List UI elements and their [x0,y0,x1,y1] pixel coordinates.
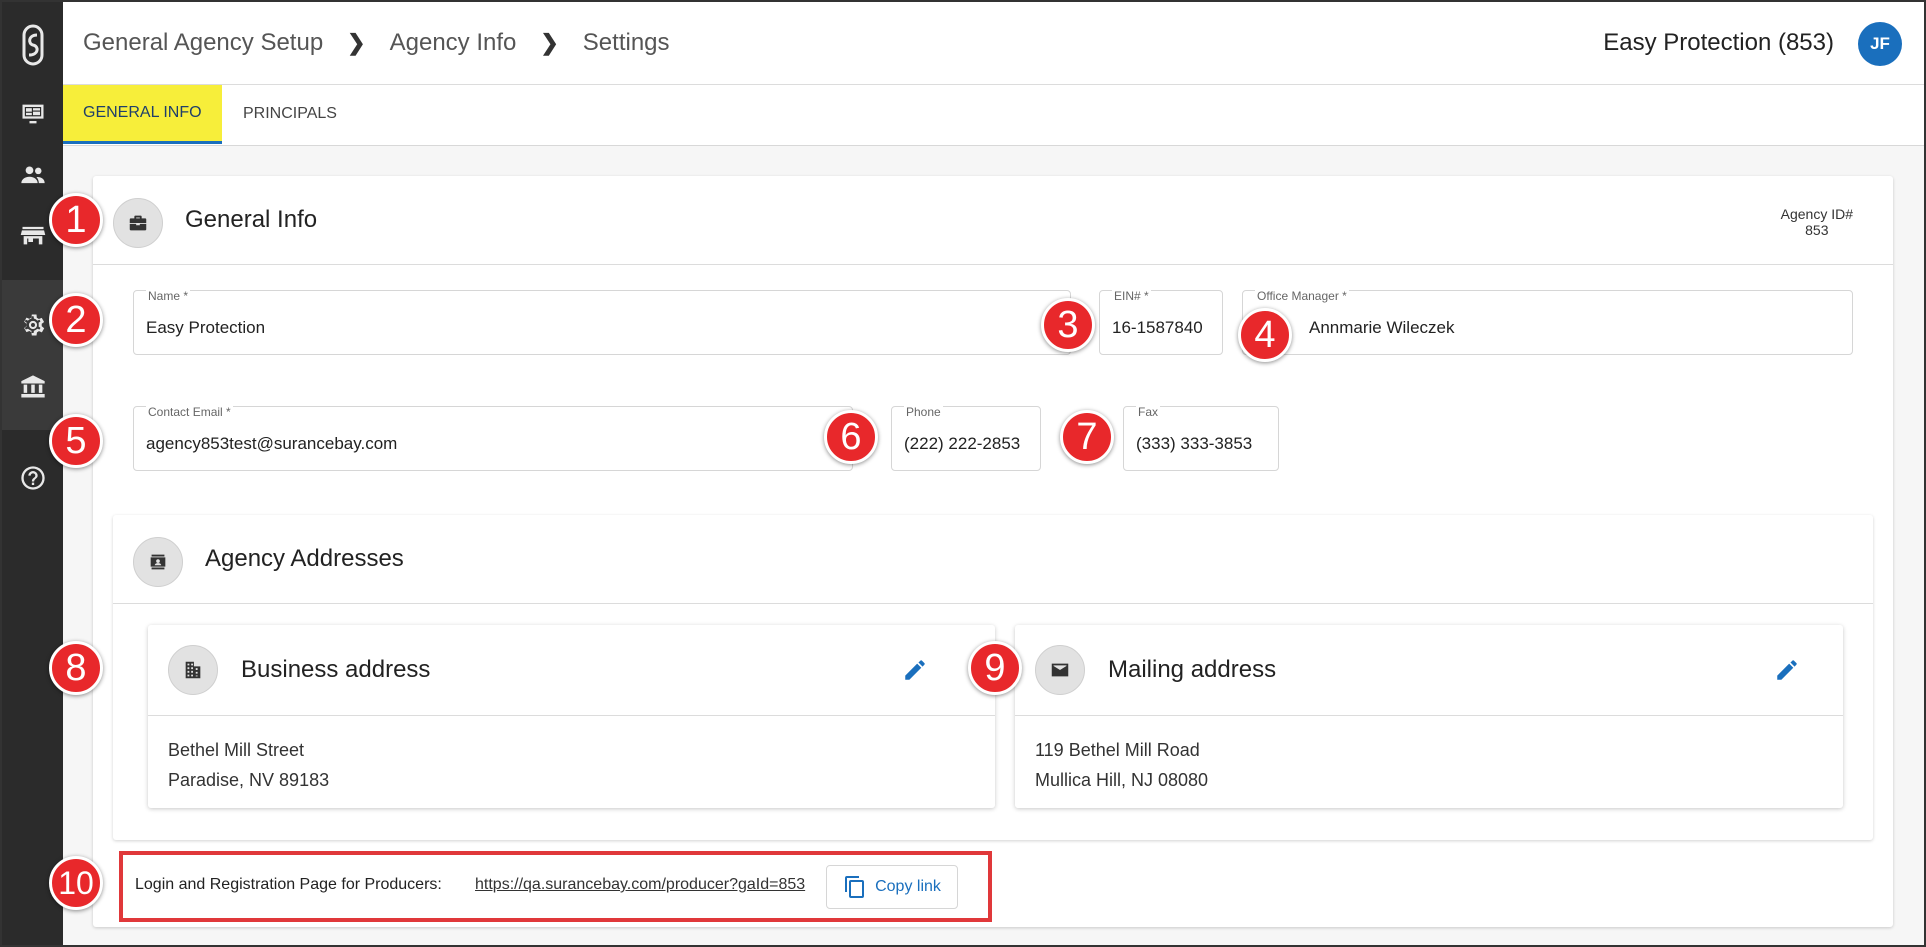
edit-business-address-icon[interactable] [899,654,931,686]
business-address-lines: Bethel Mill Street Paradise, NV 89183 [168,735,329,795]
contact-email-label: Contact Email * [146,405,233,419]
ein-value: 16-1587840 [1112,318,1203,337]
contact-card-icon [133,537,183,587]
name-label: Name * [146,289,191,303]
bank-icon[interactable] [2,367,63,407]
phone-field[interactable]: Phone (222) 222-2853 [891,405,1041,471]
producer-link-label: Login and Registration Page for Producer… [135,876,442,893]
callout-badge: 5 [49,414,103,468]
copy-link-label: Copy link [875,878,941,895]
copy-link-button[interactable]: Copy link [826,865,958,909]
office-manager-field[interactable]: Office Manager * Annmarie Wileczek [1242,289,1853,355]
fax-field[interactable]: Fax (333) 333-3853 [1123,405,1279,471]
help-icon[interactable] [2,458,63,498]
envelope-icon [1035,645,1085,695]
name-field[interactable]: Name * Easy Protection [133,289,1071,355]
top-header: General Agency Setup ❯ Agency Info ❯ Set… [63,2,1924,85]
tab-bar: GENERAL INFO PRINCIPALS [63,85,1924,146]
avatar[interactable]: JF [1858,22,1902,66]
mailing-address-line1: 119 Bethel Mill Road [1035,740,1200,760]
mailing-address-lines: 119 Bethel Mill Road Mullica Hill, NJ 08… [1035,735,1208,795]
producer-link-url[interactable]: https://qa.surancebay.com/producer?gaId=… [475,876,805,894]
divider [1015,715,1843,716]
agency-id-value: 853 [1805,222,1829,238]
callout-badge: 2 [49,293,103,347]
chevron-right-icon: ❯ [347,30,366,55]
ein-field[interactable]: EIN# * 16-1587840 [1099,289,1223,355]
agency-name: Easy Protection (853) [1603,29,1834,56]
contact-email-value: agency853test@surancebay.com [146,434,398,453]
office-manager-label: Office Manager * [1255,289,1349,303]
fax-label: Fax [1136,405,1161,419]
dashboard-monitor-icon[interactable] [2,94,63,134]
business-address-card: Business address Bethel Mill Street Para… [148,625,995,808]
phone-value: (222) 222-2853 [904,434,1021,453]
callout-badge: 1 [49,193,103,247]
tab-principals[interactable]: PRINCIPALS [223,85,357,143]
business-address-line2: Paradise, NV 89183 [168,770,330,790]
callout-badge: 10 [49,856,103,910]
callout-badge: 6 [824,410,878,464]
building-icon [168,645,218,695]
agency-id: Agency ID# 853 [1781,206,1853,238]
edit-mailing-address-icon[interactable] [1771,654,1803,686]
divider [113,603,1873,604]
briefcase-icon [113,198,163,248]
divider [93,264,1893,265]
business-address-title: Business address [241,656,431,683]
chevron-right-icon: ❯ [540,30,559,55]
phone-label: Phone [904,405,943,419]
contact-email-field[interactable]: Contact Email * agency853test@surancebay… [133,405,853,471]
office-manager-value: Annmarie Wileczek [1309,318,1455,337]
callout-badge: 3 [1041,298,1095,352]
general-info-title: General Info [185,206,318,233]
sidebar [2,2,63,945]
callout-badge: 9 [968,641,1022,695]
breadcrumb-agency-info[interactable]: Agency Info [390,29,517,57]
logo-icon[interactable] [2,20,63,70]
ein-label: EIN# * [1112,289,1151,303]
producer-link-highlight: Login and Registration Page for Producer… [119,851,992,922]
breadcrumb-general-agency-setup[interactable]: General Agency Setup [83,29,323,57]
mailing-address-line2: Mullica Hill, NJ 08080 [1035,770,1209,790]
name-value: Easy Protection [146,318,266,337]
agency-id-label: Agency ID# [1780,206,1853,222]
agency-addresses-title: Agency Addresses [205,545,404,572]
callout-badge: 4 [1238,308,1292,362]
copy-icon [845,876,865,898]
callout-badge: 7 [1060,410,1114,464]
tab-general-info[interactable]: GENERAL INFO [63,85,222,144]
mailing-address-title: Mailing address [1108,656,1277,683]
divider [148,715,995,716]
people-icon[interactable] [2,155,63,195]
breadcrumb-settings: Settings [582,29,670,56]
breadcrumb: General Agency Setup ❯ Agency Info ❯ Set… [83,29,670,57]
business-address-line1: Bethel Mill Street [168,740,305,760]
fax-value: (333) 333-3853 [1136,434,1253,453]
callout-badge: 8 [49,641,103,695]
mailing-address-card: Mailing address 119 Bethel Mill Road Mul… [1015,625,1843,808]
